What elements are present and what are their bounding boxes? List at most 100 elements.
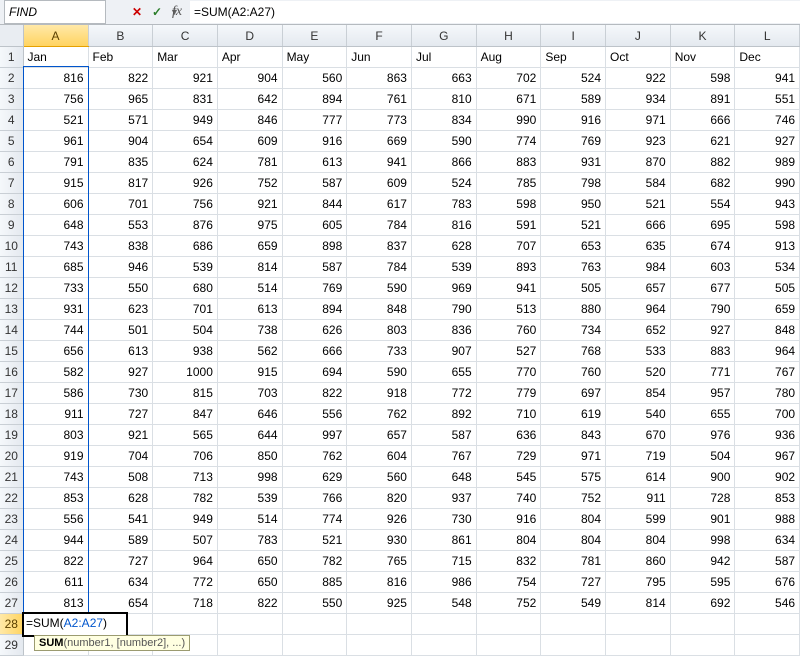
cell[interactable]: 718 [153,593,218,614]
column-header[interactable]: E [282,25,347,47]
cell[interactable]: 883 [670,341,735,362]
cell[interactable]: 520 [606,362,671,383]
cell[interactable]: 774 [282,509,347,530]
cell[interactable]: 921 [153,68,218,89]
cell[interactable]: 934 [606,89,671,110]
cell[interactable] [282,614,347,635]
cell[interactable]: 550 [282,593,347,614]
cell[interactable]: 695 [670,215,735,236]
cell[interactable]: 560 [282,68,347,89]
cell[interactable] [347,614,412,635]
cell[interactable] [217,614,282,635]
cell[interactable]: 655 [411,362,476,383]
cell[interactable]: 677 [670,278,735,299]
cell[interactable]: 754 [476,572,541,593]
row-header[interactable]: 27 [0,593,23,614]
cell[interactable]: 659 [217,236,282,257]
cell[interactable]: 762 [347,404,412,425]
cell[interactable]: 937 [411,488,476,509]
cancel-icon[interactable]: ✕ [128,3,146,21]
cell[interactable]: 850 [217,446,282,467]
cell[interactable]: 893 [476,257,541,278]
cell[interactable]: 727 [88,551,153,572]
cell[interactable]: 957 [670,383,735,404]
cell[interactable]: 822 [217,593,282,614]
cell[interactable]: 545 [476,467,541,488]
cell[interactable]: 847 [153,404,218,425]
cell[interactable]: 861 [411,530,476,551]
cell[interactable]: 990 [735,173,800,194]
cell[interactable]: 505 [735,278,800,299]
cell[interactable]: 997 [282,425,347,446]
cell[interactable]: 984 [606,257,671,278]
cell[interactable]: 521 [282,530,347,551]
cell[interactable]: 626 [282,320,347,341]
cell[interactable]: 635 [606,236,671,257]
cell[interactable]: 894 [282,299,347,320]
cell[interactable]: 882 [670,152,735,173]
cell[interactable]: 785 [476,173,541,194]
row-header[interactable]: 4 [0,110,23,131]
cell[interactable]: 730 [88,383,153,404]
row-header[interactable]: 3 [0,89,23,110]
cell[interactable]: 628 [411,236,476,257]
cell[interactable]: 961 [23,131,88,152]
cell[interactable]: 965 [88,89,153,110]
cell[interactable]: 803 [23,425,88,446]
cell[interactable]: 541 [88,509,153,530]
cell[interactable] [347,635,412,656]
cell[interactable]: 816 [411,215,476,236]
cell[interactable]: 919 [23,446,88,467]
cell[interactable]: 671 [476,89,541,110]
cell[interactable] [411,635,476,656]
cell[interactable]: 860 [606,551,671,572]
cell[interactable]: 880 [541,299,606,320]
cell[interactable]: 733 [23,278,88,299]
cell[interactable]: 636 [476,425,541,446]
cell[interactable]: 733 [347,341,412,362]
cell[interactable]: Mar [153,47,218,68]
cell[interactable]: Nov [670,47,735,68]
row-header[interactable]: 26 [0,572,23,593]
cell[interactable]: 790 [670,299,735,320]
cell[interactable]: 774 [476,131,541,152]
cell[interactable]: 628 [88,488,153,509]
cell[interactable]: 556 [23,509,88,530]
cell[interactable]: Oct [606,47,671,68]
cell[interactable]: 944 [23,530,88,551]
cell[interactable]: 941 [347,152,412,173]
cell[interactable]: 902 [735,467,800,488]
cell[interactable]: 648 [411,467,476,488]
cell[interactable]: 613 [88,341,153,362]
cell[interactable]: 781 [217,152,282,173]
cell[interactable]: 634 [88,572,153,593]
formula-input[interactable] [190,1,800,23]
cell[interactable]: 605 [282,215,347,236]
cell[interactable]: 524 [411,173,476,194]
cell[interactable]: 883 [476,152,541,173]
cell[interactable]: 916 [541,110,606,131]
column-header[interactable]: A [23,25,88,47]
cell[interactable]: 595 [670,572,735,593]
cell[interactable]: 768 [541,341,606,362]
cell[interactable]: 848 [347,299,412,320]
cell[interactable]: 931 [541,152,606,173]
cell[interactable] [670,614,735,635]
cell[interactable]: 590 [347,362,412,383]
cell[interactable] [735,614,800,635]
cell[interactable]: 548 [411,593,476,614]
cell[interactable]: 964 [153,551,218,572]
grid[interactable]: ABCDEFGHIJKL1JanFebMarAprMayJunJulAugSep… [0,25,800,661]
cell[interactable]: 767 [735,362,800,383]
cell[interactable]: 835 [88,152,153,173]
row-header[interactable]: 19 [0,425,23,446]
cell[interactable]: 505 [541,278,606,299]
cell[interactable]: 743 [23,236,88,257]
cell[interactable]: 539 [217,488,282,509]
cell[interactable]: 927 [88,362,153,383]
cell[interactable]: 822 [23,551,88,572]
cell[interactable]: 710 [476,404,541,425]
cell[interactable] [541,614,606,635]
cell[interactable]: 783 [411,194,476,215]
row-header[interactable]: 29 [0,635,23,656]
